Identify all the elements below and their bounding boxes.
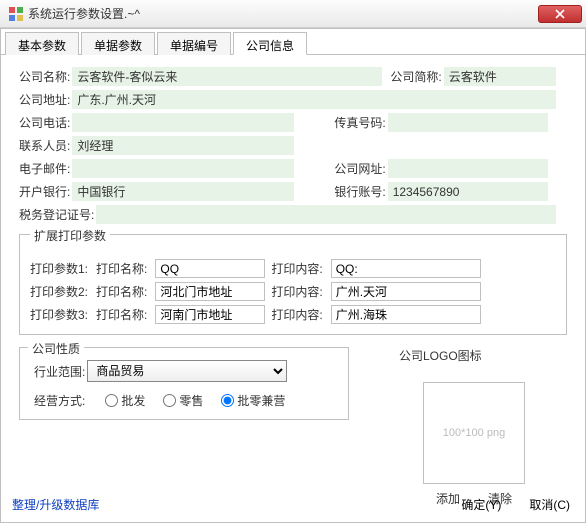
logo-hint: 100*100 png xyxy=(443,427,505,439)
label-print-content-2: 打印内容: xyxy=(271,283,322,300)
label-industry: 行业范围: xyxy=(34,363,85,380)
app-icon xyxy=(8,6,24,22)
input-bank[interactable] xyxy=(72,182,294,201)
label-print-param3: 打印参数3: xyxy=(30,306,88,323)
input-print-content-2[interactable] xyxy=(331,282,481,301)
window-title: 系统运行参数设置.~^ xyxy=(28,5,538,22)
radio-wholesale-label: 批发 xyxy=(121,392,145,409)
label-print-name-1: 打印名称: xyxy=(96,260,147,277)
radio-wholesale[interactable]: 批发 xyxy=(105,392,145,409)
close-icon xyxy=(555,9,565,19)
tab-company-info[interactable]: 公司信息 xyxy=(233,32,307,55)
label-tax-reg: 税务登记证号: xyxy=(19,206,94,223)
tab-bill-number[interactable]: 单据编号 xyxy=(157,32,231,55)
input-company-addr[interactable] xyxy=(72,90,556,109)
label-mgmt: 经营方式: xyxy=(34,392,85,409)
bottom-bar: 整理/升级数据库 确定(Y) 取消(C) xyxy=(12,496,570,513)
radio-both[interactable]: 批零兼营 xyxy=(221,392,285,409)
radio-retail-label: 零售 xyxy=(179,392,203,409)
label-print-name-3: 打印名称: xyxy=(96,306,147,323)
label-print-content-3: 打印内容: xyxy=(271,306,322,323)
window-body: 基本参数 单据参数 单据编号 公司信息 公司名称: 公司简称: 公司地址: 公司… xyxy=(0,28,586,523)
label-company-short: 公司简称: xyxy=(390,68,441,85)
input-print-content-3[interactable] xyxy=(331,305,481,324)
input-print-content-1[interactable] xyxy=(331,259,481,278)
tab-basic[interactable]: 基本参数 xyxy=(5,32,79,55)
label-company-tel: 公司电话: xyxy=(19,114,70,131)
input-print-name-1[interactable] xyxy=(155,259,265,278)
label-print-param2: 打印参数2: xyxy=(30,283,88,300)
fieldset-print-params: 扩展打印参数 打印参数1: 打印名称: 打印内容: 打印参数2: 打印名称: 打… xyxy=(19,234,567,335)
label-print-name-2: 打印名称: xyxy=(96,283,147,300)
input-company-name[interactable] xyxy=(72,67,382,86)
input-company-tel[interactable] xyxy=(72,113,294,132)
radio-wholesale-input[interactable] xyxy=(105,394,118,407)
db-maintenance-link[interactable]: 整理/升级数据库 xyxy=(12,496,99,513)
legend-print: 扩展打印参数 xyxy=(30,227,110,244)
input-tax-reg[interactable] xyxy=(96,205,556,224)
fieldset-company-nature: 公司性质 行业范围: 商品贸易 经营方式: 批发 零售 xyxy=(19,347,349,420)
tab-bar: 基本参数 单据参数 单据编号 公司信息 xyxy=(1,29,585,55)
titlebar: 系统运行参数设置.~^ xyxy=(0,0,586,28)
radio-retail[interactable]: 零售 xyxy=(163,392,203,409)
radio-both-label: 批零兼营 xyxy=(237,392,285,409)
logo-preview[interactable]: 100*100 png xyxy=(423,382,525,484)
label-fax: 传真号码: xyxy=(334,114,385,131)
label-bank-acct: 银行账号: xyxy=(334,183,385,200)
input-print-name-2[interactable] xyxy=(155,282,265,301)
tab-content: 公司名称: 公司简称: 公司地址: 公司电话: 传真号码: 联系人员: 电子邮件… xyxy=(1,55,585,428)
label-print-content-1: 打印内容: xyxy=(271,260,322,277)
label-email: 电子邮件: xyxy=(19,160,70,177)
cancel-button[interactable]: 取消(C) xyxy=(529,496,570,513)
radio-both-input[interactable] xyxy=(221,394,234,407)
input-company-short[interactable] xyxy=(444,67,556,86)
label-website: 公司网址: xyxy=(334,160,385,177)
select-industry[interactable]: 商品贸易 xyxy=(87,360,287,382)
label-contact: 联系人员: xyxy=(19,137,70,154)
ok-button[interactable]: 确定(Y) xyxy=(461,496,501,513)
label-bank: 开户银行: xyxy=(19,183,70,200)
input-print-name-3[interactable] xyxy=(155,305,265,324)
label-company-name: 公司名称: xyxy=(19,68,70,85)
input-website[interactable] xyxy=(388,159,548,178)
legend-nature: 公司性质 xyxy=(28,340,84,357)
input-email[interactable] xyxy=(72,159,294,178)
label-company-addr: 公司地址: xyxy=(19,91,70,108)
radio-retail-input[interactable] xyxy=(163,394,176,407)
input-contact[interactable] xyxy=(72,136,294,155)
close-button[interactable] xyxy=(538,5,582,23)
label-print-param1: 打印参数1: xyxy=(30,260,88,277)
input-bank-acct[interactable] xyxy=(388,182,548,201)
logo-area: 公司LOGO图标 100*100 png 添加 清除 xyxy=(399,347,549,507)
tab-bill-params[interactable]: 单据参数 xyxy=(81,32,155,55)
input-fax[interactable] xyxy=(388,113,548,132)
label-logo: 公司LOGO图标 xyxy=(399,347,549,364)
